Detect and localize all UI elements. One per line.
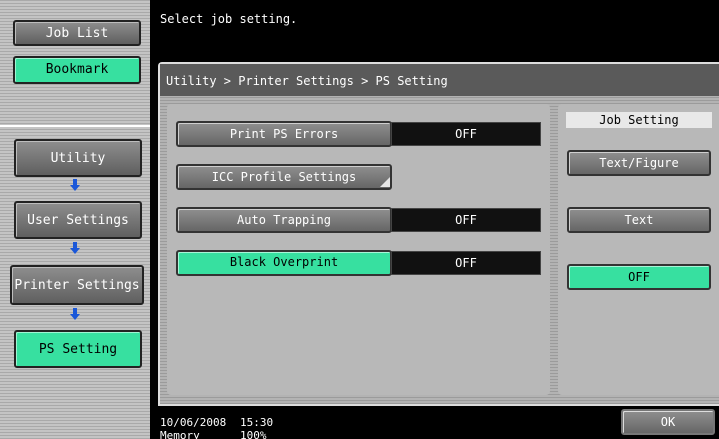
job-option-text-figure-button[interactable]: Text/Figure [567,150,711,176]
message-bar: Select job setting. [152,0,719,58]
job-setting-title: Job Setting [566,112,712,128]
auto-trapping-button[interactable]: Auto Trapping [176,207,392,233]
nav-printer-settings-button[interactable]: Printer Settings [10,265,144,305]
icc-profile-settings-button[interactable]: ICC Profile Settings [176,164,392,190]
screen: Job List Bookmark Utility User Settings … [0,0,719,439]
job-setting-pane [558,104,719,395]
divider [0,125,150,127]
message-text: Select job setting. [160,12,298,26]
time-text: 15:30 [240,416,274,429]
print-ps-errors-button[interactable]: Print PS Errors [176,121,392,147]
black-overprint-value: OFF [391,251,541,275]
bookmark-button[interactable]: Bookmark [13,56,141,84]
auto-trapping-value: OFF [391,208,541,232]
down-arrow-icon [70,242,80,254]
print-ps-errors-value: OFF [391,122,541,146]
nav-utility-button[interactable]: Utility [14,139,142,177]
down-arrow-icon [70,179,80,191]
memory-value: 100% [240,429,267,439]
job-option-text-button[interactable]: Text [567,207,711,233]
date-text: 10/06/2008 [160,416,227,429]
left-panel: Job List Bookmark Utility User Settings … [0,0,150,439]
black-overprint-button[interactable]: Black Overprint [176,250,392,276]
job-list-button[interactable]: Job List [13,20,141,46]
breadcrumb: Utility > Printer Settings > PS Setting [166,74,448,88]
ok-button[interactable]: OK [621,409,715,435]
memory-label: Memory [160,429,200,439]
submenu-corner-icon [380,177,390,187]
nav-user-settings-button[interactable]: User Settings [14,201,142,239]
nav-ps-setting-button[interactable]: PS Setting [14,330,142,368]
job-option-off-button[interactable]: OFF [567,264,711,290]
down-arrow-icon [70,308,80,320]
